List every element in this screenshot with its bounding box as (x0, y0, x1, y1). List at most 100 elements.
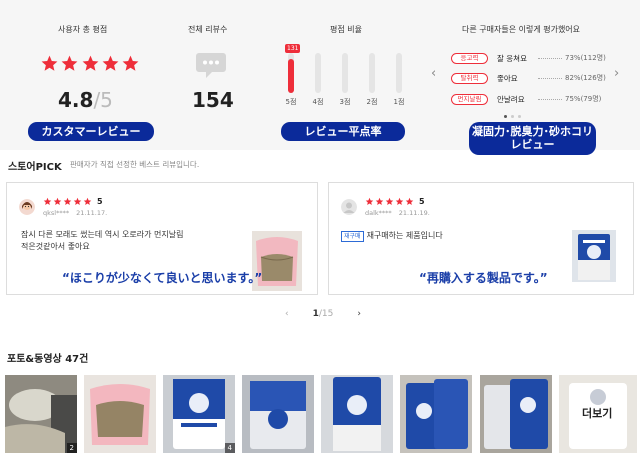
store-pick-title: 스토어PICK (8, 162, 62, 173)
average-stars (40, 54, 140, 73)
review-text-line: 적은것같아서 좋아요 (21, 242, 90, 251)
rating-bar-fill (288, 59, 294, 93)
eval-text: 안날려요 (497, 94, 525, 104)
photo-title-count: 47건 (65, 354, 89, 365)
pager-dot[interactable] (511, 115, 514, 118)
review-card[interactable]: 5 dalk**** 21.11.19. 재구매 재구매하는 제품입니다 “再購入… (328, 182, 634, 295)
page-prev-arrow[interactable]: ‹ (285, 309, 289, 319)
page-next-arrow[interactable]: › (357, 309, 361, 319)
photo-thumb[interactable] (242, 375, 314, 453)
review-text-line: 재구매하는 제품입니다 (366, 231, 443, 240)
review-score-pill: レビュー平点率 (281, 122, 405, 141)
photo-thumb[interactable]: 2 (5, 375, 77, 453)
star-icon (102, 55, 119, 71)
eval-row: 응고력 잘 응쳐요 73% (112명) (451, 52, 606, 64)
average-value: 4.8 (58, 88, 94, 112)
average-rating: 4.8/5 (58, 88, 113, 112)
review-user: dalk**** (365, 209, 392, 217)
review-meta: dalk**** 21.11.19. (365, 209, 430, 217)
avatar (341, 199, 357, 215)
review-text-line: 잠시 다른 모래도 썼는데 역시 오로라가 먼지날림 (21, 230, 184, 239)
top-count-badge: 131 (285, 44, 301, 53)
rating-ratio-title: 평점 비율 (330, 25, 362, 34)
review-quote: “再購入する製品です。” (419, 271, 548, 285)
review-meta: qksl**** 21.11.17. (43, 209, 107, 217)
review-user: qksl**** (43, 209, 70, 217)
photo-thumb[interactable] (400, 375, 472, 453)
rating-bar-track (342, 53, 348, 93)
star-icon (405, 197, 414, 205)
rating-bar-label: 5점 (285, 98, 297, 106)
attributes-pill-line1: 凝固力･脱臭力･砂ホコリ (472, 125, 593, 138)
pager-dot-active[interactable] (504, 115, 507, 118)
eval-count: (79명) (580, 95, 602, 103)
star-icon (63, 197, 72, 205)
page-indicator: 1/15 (313, 309, 334, 319)
review-photo[interactable] (572, 230, 616, 282)
photo-thumb[interactable] (480, 375, 552, 453)
eval-text: 잘 응쳐요 (497, 53, 527, 63)
rating-bar-label: 4점 (312, 98, 324, 106)
review-text: 잠시 다른 모래도 썼는데 역시 오로라가 먼지날림 적은것같아서 좋아요 (21, 229, 183, 253)
review-text: 재구매 재구매하는 제품입니다 (341, 230, 443, 242)
rating-bar-track (315, 53, 321, 93)
page-total: 15 (321, 309, 334, 319)
attributes-pill-line2: レビュー (510, 138, 555, 151)
rating-bar-track (396, 53, 402, 93)
more-photos-button[interactable]: 더보기 (582, 405, 612, 421)
eval-pct: 82% (565, 74, 581, 82)
review-pagination: ‹ 1/15 › (285, 309, 361, 319)
review-card[interactable]: 5 qksl**** 21.11.17. 잠시 다른 모래도 썼는데 역시 오로… (6, 182, 318, 295)
user-rating-title: 사용자 총 평점 (58, 25, 108, 34)
eval-text: 좋아요 (497, 73, 518, 83)
star-icon (83, 197, 92, 205)
eval-row: 탈취력 좋아요 82% (126명) (451, 72, 606, 84)
photo-image (400, 375, 472, 453)
photo-image (480, 375, 552, 453)
rating-bar-label: 3점 (339, 98, 351, 106)
star-icon (385, 197, 394, 205)
eval-leader (538, 77, 562, 79)
photo-count-badge: 4 (224, 443, 235, 453)
star-icon (365, 197, 374, 205)
rating-bar-label: 2점 (366, 98, 378, 106)
attributes-pill: 凝固力･脱臭力･砂ホコリ レビュー (469, 122, 596, 155)
eval-row: 먼지날림 안날려요 75% (79명) (451, 93, 601, 105)
eval-next-arrow[interactable]: › (614, 66, 619, 81)
eval-leader (538, 98, 562, 100)
total-reviews-title: 전체 리뷰수 (188, 25, 228, 34)
star-icon (395, 197, 404, 205)
pager-dot[interactable] (518, 115, 521, 118)
photo-thumb[interactable]: 4 (163, 375, 235, 453)
speech-bubble-icon (196, 53, 226, 78)
eval-chip: 먼지날림 (451, 93, 488, 105)
photo-image (321, 375, 393, 453)
eval-leader (538, 57, 562, 59)
review-stars: 5 (43, 197, 103, 206)
buyer-eval-title: 다른 구매자들은 이렇게 평가했어요 (462, 25, 581, 34)
review-score: 5 (419, 197, 425, 206)
eval-pct: 73% (565, 54, 581, 62)
photo-image (242, 375, 314, 453)
star-icon (82, 55, 98, 71)
star-icon (375, 197, 384, 205)
rating-ratio-chart: 131 5점 4점 3점 2점 1점 (282, 44, 412, 108)
star-icon (122, 55, 139, 71)
avatar (19, 199, 35, 215)
star-icon (53, 197, 62, 205)
star-icon (61, 55, 78, 71)
photo-image (163, 375, 235, 453)
review-score: 5 (97, 197, 103, 206)
review-date: 21.11.17. (76, 209, 108, 217)
photo-title-prefix: 포토&동영상 (7, 354, 62, 365)
customer-review-pill: カスタマーレビュー (28, 122, 154, 141)
photo-video-title: 포토&동영상 47건 (7, 350, 88, 365)
eval-pct: 75% (565, 95, 581, 103)
star-icon (41, 55, 58, 71)
total-reviews-count: 154 (192, 88, 234, 112)
photo-image (5, 375, 77, 453)
photo-thumb[interactable] (84, 375, 156, 453)
photo-thumb[interactable] (321, 375, 393, 453)
eval-prev-arrow[interactable]: ‹ (431, 66, 436, 81)
eval-count: (112명) (580, 54, 606, 62)
